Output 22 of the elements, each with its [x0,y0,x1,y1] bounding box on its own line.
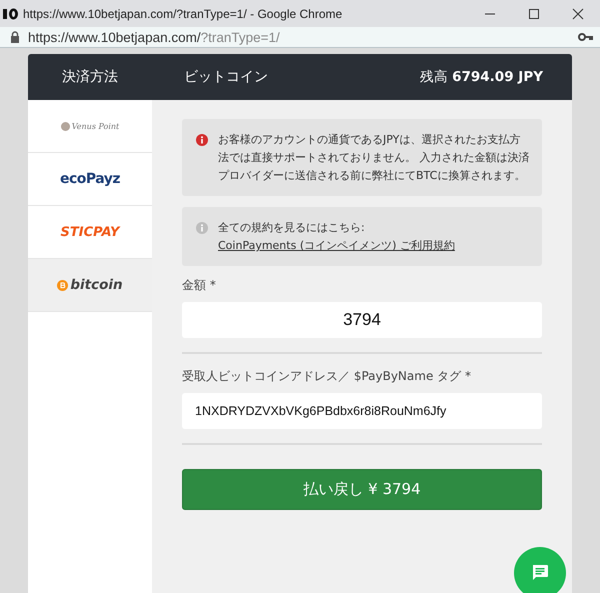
field-label: 受取人ビットコインアドレス／ $PayByName タグ * [182,368,472,385]
notice-text: 全ての規約を見るにはこちら: CoinPayments (コインペイメンツ) ご利用規約 [218,220,456,254]
logo-icon [60,122,70,130]
method-title: ビットコイン [183,68,269,86]
alert-icon [196,134,208,146]
bitcoin-icon [57,280,68,290]
terms-link[interactable]: CoinPayments (コインペイメンツ) ご利用規約 [218,239,455,252]
input-field[interactable]: 3794 [182,302,542,338]
payment-method-tab[interactable]: bitcoin [28,259,152,312]
url-text[interactable]: https://www.10betjapan.com/?tranType=1/ [28,30,578,44]
chat-icon [531,564,549,582]
window-title: https://www.10betjapan.com/?tranType=1/ - Google Chrome [23,6,344,20]
app-logo-icon [3,8,19,20]
balance-text: 残高 6794.09 JPY [420,68,544,86]
withdraw-button[interactable]: 払い戻し ¥ 3794 [182,469,542,510]
header-title: 決済方法 [61,68,119,86]
lock-icon [10,31,20,43]
notice-text: お客様のアカウントの通貨であるJPYは、選択されたお支払方法では直接サポートされておりません。 入力された金額は決済プロバイダーに送信される前に弊社にてBTCに換算されます。 [218,132,530,184]
info-icon [196,222,208,234]
input-field[interactable]: 1NXDRYDZVXbVKg6PBdbx6r8i8RouNm6Jfy [182,393,542,429]
key-icon[interactable] [578,32,594,42]
field-label: 金額 * [182,277,217,294]
